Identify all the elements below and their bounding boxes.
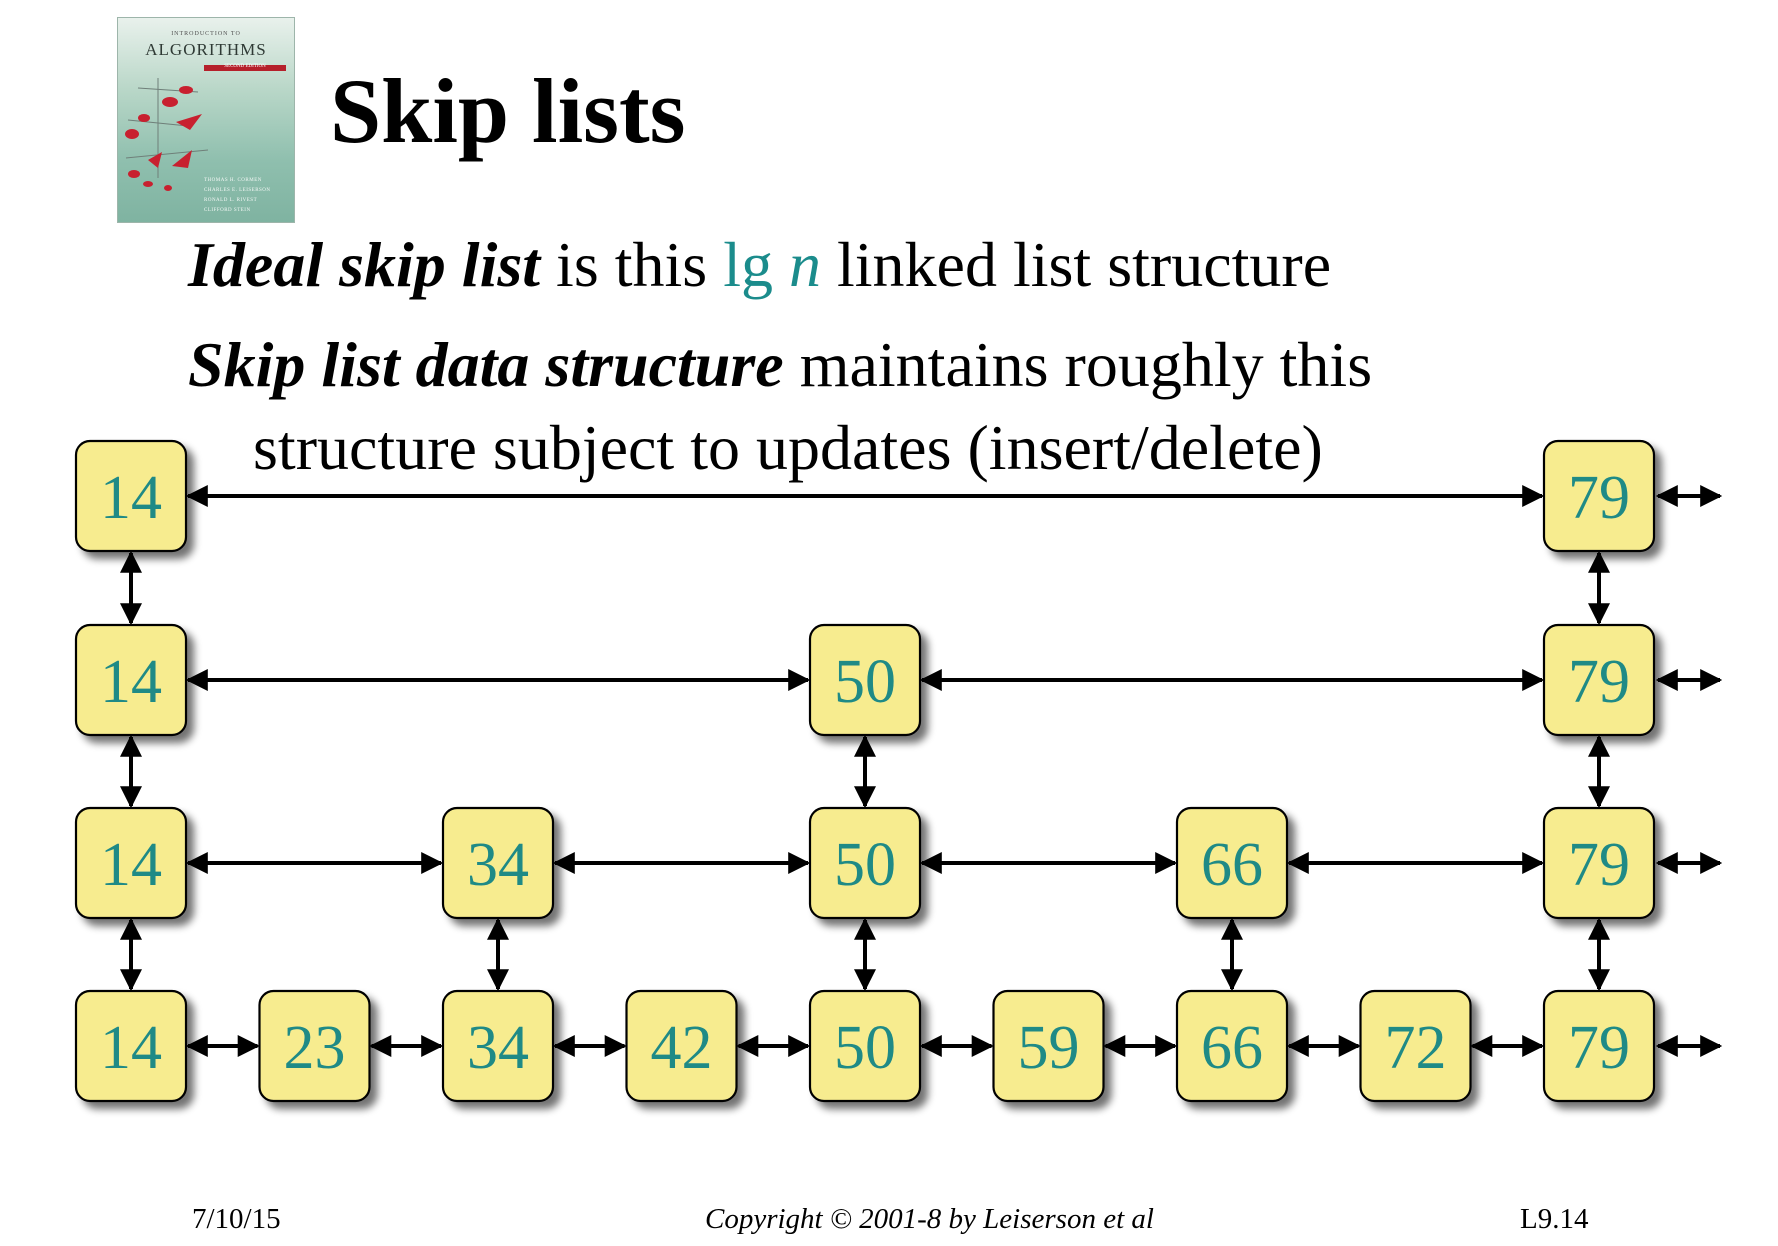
footer-page-number: L9.14 — [1520, 1203, 1589, 1235]
node-key: 79 — [1568, 464, 1630, 532]
skip-list-node: 42 — [625, 989, 738, 1103]
skip-list-node: 14 — [74, 989, 188, 1103]
node-key: 14 — [100, 464, 162, 532]
node-key: 72 — [1385, 1014, 1447, 1082]
node-key: 34 — [467, 1014, 529, 1082]
skip-list-node: 79 — [1542, 989, 1656, 1103]
skip-list-node: 50 — [808, 623, 922, 737]
skip-list-node: 72 — [1359, 989, 1472, 1103]
skip-list-links — [120, 485, 1723, 1057]
node-key: 14 — [100, 648, 162, 716]
skip-list-node: 79 — [1542, 439, 1656, 553]
node-key: 66 — [1201, 1014, 1263, 1082]
node-key: 23 — [284, 1014, 346, 1082]
node-key: 14 — [100, 1014, 162, 1082]
node-key: 59 — [1018, 1014, 1080, 1082]
skip-list-node: 14 — [74, 439, 188, 553]
skip-list-node: 34 — [441, 989, 555, 1103]
node-key: 79 — [1568, 648, 1630, 716]
footer-copyright: Copyright © 2001-8 by Leiserson et al — [705, 1203, 1154, 1235]
footer-date: 7/10/15 — [192, 1203, 281, 1235]
skip-list-node: 14 — [74, 806, 188, 920]
node-key: 50 — [834, 1014, 896, 1082]
skip-list-node: 79 — [1542, 806, 1656, 920]
skip-list-node: 50 — [808, 989, 922, 1103]
skip-list-diagram: 14 79 14 50 79 14 34 50 66 79 14 23 34 42 50 59 66 72 79 — [74, 439, 1723, 1103]
skip-list-node: 34 — [441, 806, 555, 920]
node-key: 66 — [1201, 831, 1263, 899]
skip-list-node: 50 — [808, 806, 922, 920]
node-key: 14 — [100, 831, 162, 899]
skip-list-node: 14 — [74, 623, 188, 737]
skip-list-node: 59 — [992, 989, 1105, 1103]
skip-list-node: 66 — [1175, 806, 1289, 920]
node-key: 34 — [467, 831, 529, 899]
node-key: 42 — [651, 1014, 713, 1082]
node-key: 50 — [834, 648, 896, 716]
skip-list-node: 66 — [1175, 989, 1289, 1103]
node-key: 79 — [1568, 831, 1630, 899]
node-key: 79 — [1568, 1014, 1630, 1082]
skip-list-node: 79 — [1542, 623, 1656, 737]
skip-list-node: 23 — [258, 989, 371, 1103]
node-key: 50 — [834, 831, 896, 899]
